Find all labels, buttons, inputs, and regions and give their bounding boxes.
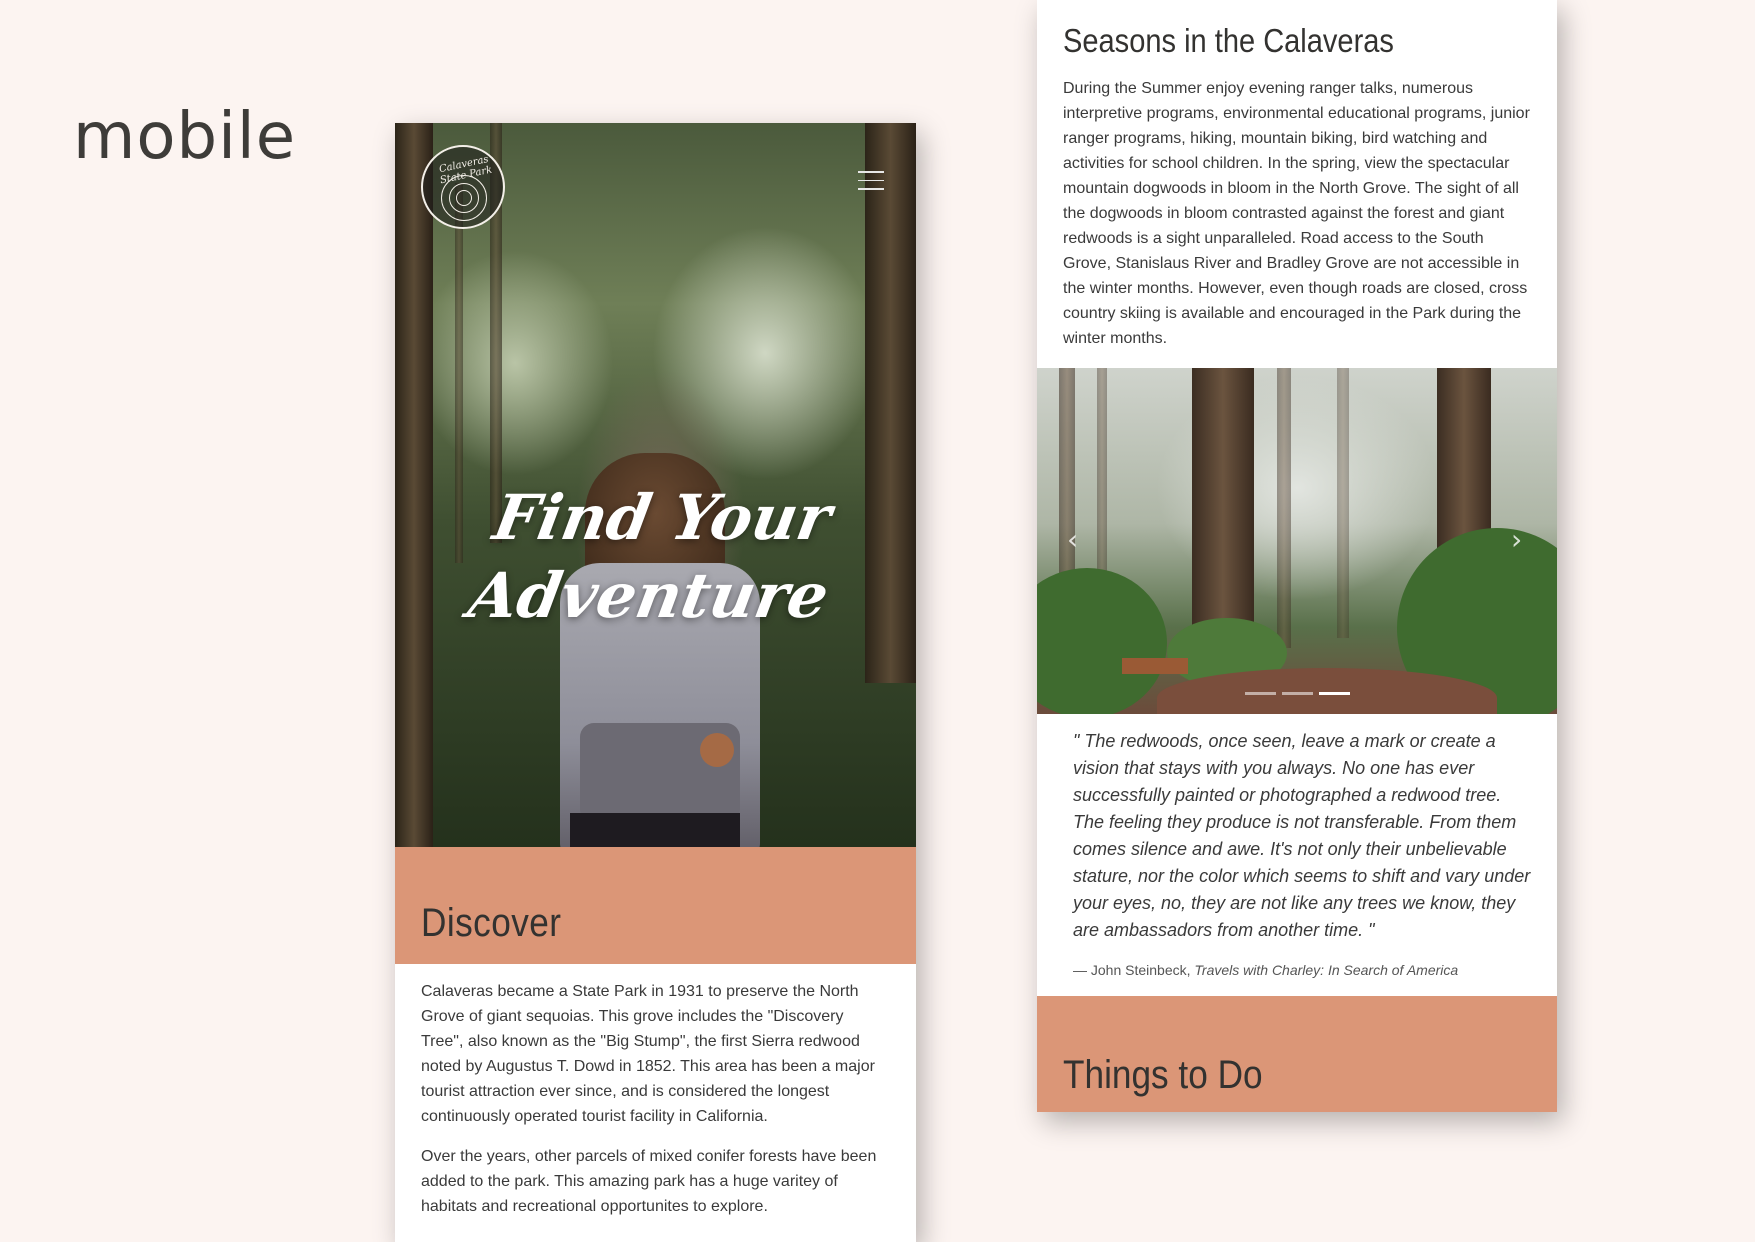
things-to-do-title: Things to Do	[1063, 1053, 1263, 1097]
hero-title: Find Your Adventure	[395, 479, 916, 635]
hero-title-line1: Find Your	[488, 481, 837, 554]
cite-author: — John Steinbeck,	[1073, 962, 1191, 978]
seasons-title: Seasons in the Calaveras	[1063, 22, 1394, 59]
carousel-indicators	[1245, 682, 1356, 700]
carousel-dot-3[interactable]	[1319, 692, 1350, 695]
steinbeck-quote: " The redwoods, once seen, leave a mark …	[1073, 731, 1531, 940]
discover-paragraph-2: Over the years, other parcels of mixed c…	[421, 1148, 877, 1215]
quote-citation: — John Steinbeck, Travels with Charley: …	[1073, 962, 1458, 978]
mobile-screen-seasons: Seasons in the Calaveras During the Summ…	[1037, 0, 1557, 1112]
hero-title-line2: Adventure	[463, 559, 835, 632]
bench-image	[1122, 658, 1188, 674]
discover-paragraph-1: Calaveras became a State Park in 1931 to…	[421, 983, 875, 1125]
hamburger-menu-icon[interactable]	[858, 171, 884, 191]
mobile-label: mobile	[73, 100, 297, 174]
seasons-body: During the Summer enjoy evening ranger t…	[1063, 76, 1533, 351]
park-logo[interactable]: Calaveras State Park	[421, 145, 505, 229]
chevron-left-icon[interactable]: ‹	[1067, 523, 1078, 556]
cite-work: Travels with Charley: In Search of Ameri…	[1194, 962, 1459, 978]
carousel-dot-2[interactable]	[1282, 692, 1313, 695]
discover-title: Discover	[421, 901, 562, 945]
mobile-screen-home: Calaveras State Park Find Your Adventure…	[395, 123, 916, 1242]
seasons-paragraph: During the Summer enjoy evening ranger t…	[1063, 80, 1530, 347]
things-to-do-header: Things to Do	[1037, 996, 1557, 1112]
page: mobile Calaveras State Park Find Your Ad…	[0, 0, 1755, 1242]
discover-header: Discover	[395, 847, 916, 964]
chevron-right-icon[interactable]: ›	[1511, 523, 1522, 556]
carousel-dot-1[interactable]	[1245, 692, 1276, 695]
photo-carousel[interactable]: ‹ ›	[1037, 368, 1557, 714]
discover-body: Calaveras became a State Park in 1931 to…	[395, 964, 916, 1219]
hero-image: Calaveras State Park Find Your Adventure	[395, 123, 916, 847]
